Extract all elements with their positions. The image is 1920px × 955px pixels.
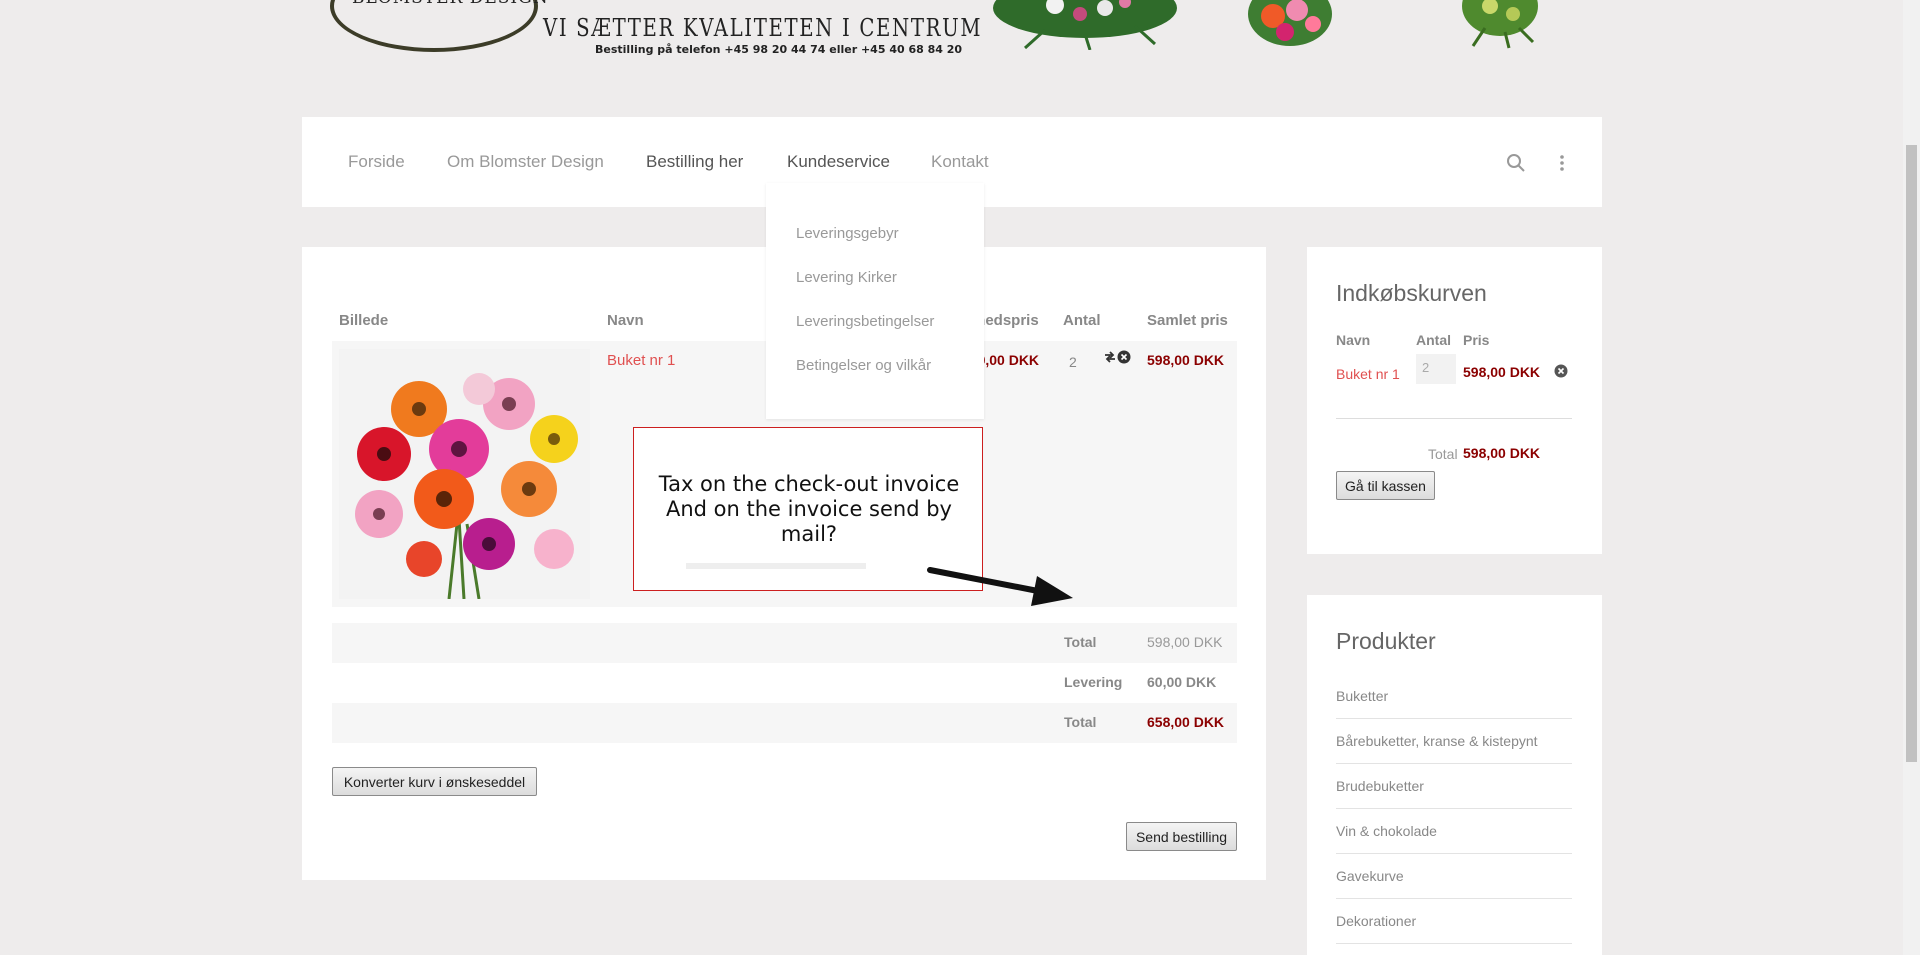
send-order-button[interactable]: Send bestilling	[1126, 822, 1237, 851]
column-header-name: Navn	[607, 312, 644, 329]
mini-cart-item-price: 598,00 DKK	[1463, 364, 1541, 380]
cart-item-name-link[interactable]: Buket nr 1	[607, 352, 675, 369]
mini-cart-header-price: Pris	[1463, 332, 1490, 348]
annotation-bar	[686, 563, 866, 569]
cart-item-qty[interactable]: 2	[1069, 354, 1077, 370]
mini-cart-divider	[1336, 418, 1572, 419]
search-icon[interactable]	[1506, 153, 1526, 173]
category-link-dekorationer[interactable]: Dekorationer	[1336, 913, 1572, 929]
column-header-total: Samlet pris	[1147, 312, 1228, 329]
annotation-text: Tax on the check-out invoice And on the …	[634, 472, 984, 547]
page-scrollbar-thumb[interactable]	[1906, 145, 1917, 762]
category-divider	[1336, 763, 1572, 764]
subtotal-label: Total	[1064, 634, 1097, 650]
header-bouquet-image-3	[1462, 0, 1538, 49]
category-divider	[1336, 853, 1572, 854]
mini-cart-qty-value: 2	[1422, 360, 1430, 375]
dropdown-item-leveringsgebyr[interactable]: Leveringsgebyr	[796, 225, 899, 242]
category-divider	[1336, 943, 1572, 944]
mini-cart-header-name: Navn	[1336, 332, 1371, 348]
update-qty-icon[interactable]	[1103, 350, 1117, 364]
nav-item-kundeservice[interactable]: Kundeservice	[787, 152, 890, 172]
category-divider	[1336, 808, 1572, 809]
mini-cart-total-label: Total	[1428, 446, 1458, 462]
category-link-buketter[interactable]: Buketter	[1336, 688, 1572, 704]
category-divider	[1336, 718, 1572, 719]
mini-cart-title: Indkøbskurven	[1336, 280, 1487, 306]
dropdown-item-betingelser-og-vilkar[interactable]: Betingelser og vilkår	[796, 357, 931, 374]
convert-to-wishlist-button[interactable]: Konverter kurv i ønskeseddel	[332, 767, 537, 796]
mini-cart-item-name[interactable]: Buket nr 1	[1336, 366, 1400, 382]
nav-item-kontakt[interactable]: Kontakt	[931, 152, 989, 172]
mini-cart-remove-icon[interactable]	[1554, 364, 1568, 378]
category-link-gavekurve[interactable]: Gavekurve	[1336, 868, 1572, 884]
more-vertical-icon[interactable]	[1558, 153, 1566, 173]
dropdown-item-leveringsbetingelser[interactable]: Leveringsbetingelser	[796, 313, 934, 330]
logo-text: BLOMSTER DESIGN	[352, 0, 549, 8]
nav-item-forside[interactable]: Forside	[348, 152, 405, 172]
annotation-line-3: mail?	[780, 522, 838, 546]
delivery-label: Levering	[1064, 674, 1123, 690]
kundeservice-dropdown: Leveringsgebyr Levering Kirker Leverings…	[766, 183, 984, 419]
category-link-brudebuketter[interactable]: Brudebuketter	[1336, 778, 1572, 794]
grand-total-label: Total	[1064, 714, 1097, 730]
subtotal-value: 598,00 DKK	[1147, 634, 1223, 650]
products-title: Produkter	[1336, 628, 1436, 654]
product-image-bouquet[interactable]	[339, 349, 590, 599]
annotation-line-1: Tax on the check-out invoice	[658, 472, 960, 496]
site-slogan: VI SÆTTER KVALITETEN I CENTRUM	[543, 14, 983, 42]
order-phone-text: Bestilling på telefon +45 98 20 44 74 el…	[595, 43, 963, 56]
annotation-line-2: And on the invoice send by	[666, 497, 952, 521]
category-link-vin-chokolade[interactable]: Vin & chokolade	[1336, 823, 1572, 839]
dropdown-item-levering-kirker[interactable]: Levering Kirker	[796, 269, 897, 286]
grand-total-value: 658,00 DKK	[1147, 714, 1225, 730]
mini-cart-total-value: 598,00 DKK	[1463, 445, 1541, 461]
remove-item-icon[interactable]	[1117, 350, 1131, 364]
summary-row-grand-total	[332, 703, 1237, 743]
header-bouquet-image-2	[1248, 0, 1332, 46]
header-bouquet-image-1	[993, 0, 1177, 50]
cart-item-total: 598,00 DKK	[1147, 352, 1225, 368]
mini-cart-qty-input[interactable]: 2	[1416, 354, 1456, 384]
mini-cart-header-qty: Antal	[1416, 332, 1451, 348]
column-header-qty: Antal	[1063, 312, 1101, 329]
delivery-value: 60,00 DKK	[1147, 674, 1217, 690]
category-link-barebuketter[interactable]: Bårebuketter, kranse & kistepynt	[1336, 733, 1572, 749]
nav-item-bestilling-her[interactable]: Bestilling her	[646, 152, 743, 172]
summary-row-subtotal	[332, 623, 1237, 663]
checkout-button[interactable]: Gå til kassen	[1336, 471, 1435, 500]
annotation-arrow-icon	[927, 567, 1073, 606]
nav-item-om-blomster-design[interactable]: Om Blomster Design	[447, 152, 604, 172]
column-header-image: Billede	[339, 312, 389, 329]
category-divider	[1336, 898, 1572, 899]
